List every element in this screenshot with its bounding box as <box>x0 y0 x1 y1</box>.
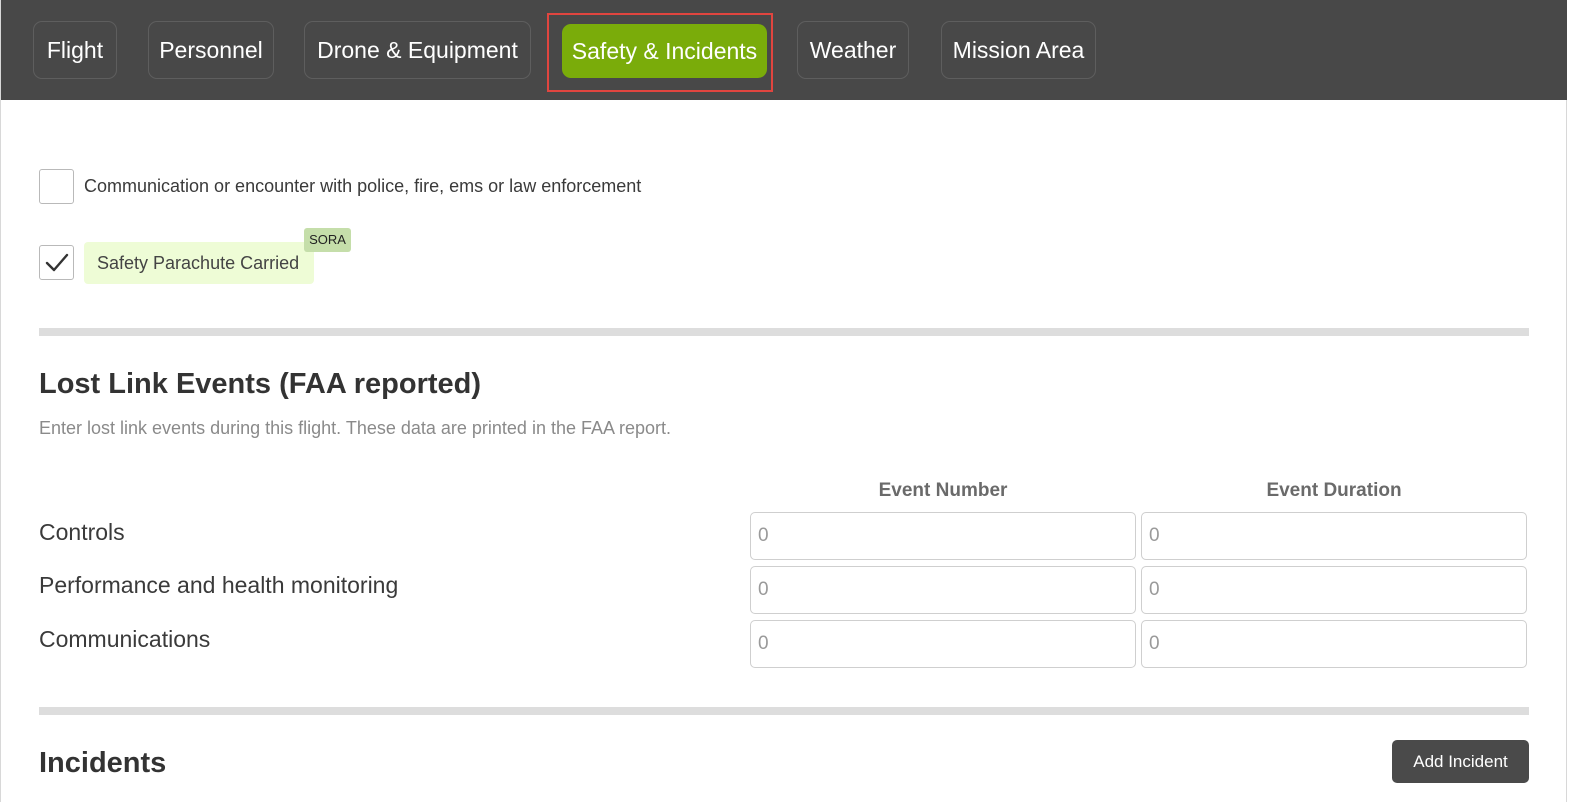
tab-personnel[interactable]: Personnel <box>148 21 274 79</box>
lost-link-title: Lost Link Events (FAA reported) <box>39 368 482 400</box>
tab-flight[interactable]: Flight <box>33 21 117 79</box>
tab-drone-equipment[interactable]: Drone & Equipment <box>304 21 531 79</box>
controls-event-number-input[interactable] <box>750 512 1136 560</box>
performance-event-number-input[interactable] <box>750 566 1136 614</box>
tab-mission-area[interactable]: Mission Area <box>941 21 1096 79</box>
checkmark-icon <box>45 253 69 272</box>
communications-event-duration-input[interactable] <box>1141 620 1527 668</box>
tab-weather[interactable]: Weather <box>797 21 909 79</box>
event-number-header: Event Number <box>878 480 1008 501</box>
performance-event-duration-input[interactable] <box>1141 566 1527 614</box>
police-encounter-checkbox[interactable] <box>39 169 74 204</box>
controls-event-duration-input[interactable] <box>1141 512 1527 560</box>
parachute-checkbox[interactable] <box>39 245 74 280</box>
tab-safety-incidents[interactable]: Safety & Incidents <box>562 24 767 78</box>
sora-badge: SORA <box>304 228 351 252</box>
section-divider <box>39 328 1529 336</box>
add-incident-button[interactable]: Add Incident <box>1392 740 1529 783</box>
communications-label: Communications <box>39 626 211 652</box>
controls-label: Controls <box>39 519 125 545</box>
incidents-title: Incidents <box>39 747 167 779</box>
communications-event-number-input[interactable] <box>750 620 1136 668</box>
tab-bar: Flight Personnel Drone & Equipment Safet… <box>1 0 1567 100</box>
event-duration-header: Event Duration <box>1266 480 1402 501</box>
section-divider <box>39 707 1529 715</box>
flight-log-panel: Flight Personnel Drone & Equipment Safet… <box>0 0 1567 802</box>
police-encounter-label: Communication or encounter with police, … <box>84 176 642 196</box>
parachute-label: Safety Parachute Carried <box>84 242 314 284</box>
performance-monitoring-label: Performance and health monitoring <box>39 572 399 598</box>
lost-link-description: Enter lost link events during this fligh… <box>39 418 672 438</box>
